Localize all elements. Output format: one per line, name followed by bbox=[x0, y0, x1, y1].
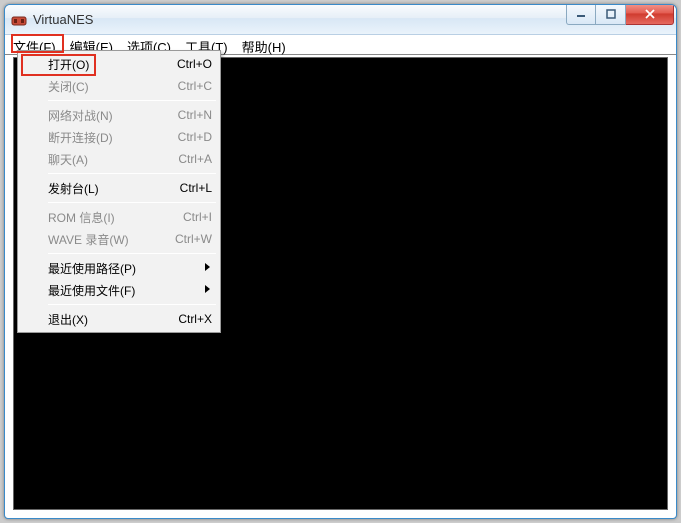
menu-item-label: 聊天(A) bbox=[48, 151, 178, 168]
menu-item: WAVE 录音(W)Ctrl+W bbox=[20, 228, 218, 250]
menu-item-accel: Ctrl+I bbox=[183, 210, 212, 224]
app-icon bbox=[11, 12, 27, 28]
menu-item: 网络对战(N)Ctrl+N bbox=[20, 104, 218, 126]
file-dropdown: 打开(O)Ctrl+O关闭(C)Ctrl+C网络对战(N)Ctrl+N断开连接(… bbox=[17, 50, 221, 333]
menu-item-accel: Ctrl+L bbox=[180, 181, 212, 195]
window-controls bbox=[566, 5, 674, 27]
menu-item-accel: Ctrl+O bbox=[177, 57, 212, 71]
menu-item: 聊天(A)Ctrl+A bbox=[20, 148, 218, 170]
menu-item-accel: Ctrl+D bbox=[178, 130, 212, 144]
menu-item-label: 打开(O) bbox=[48, 56, 177, 73]
menu-item[interactable]: 打开(O)Ctrl+O bbox=[20, 53, 218, 75]
menu-item[interactable]: 最近使用文件(F) bbox=[20, 279, 218, 301]
submenu-arrow-icon bbox=[205, 263, 210, 271]
menu-separator bbox=[48, 304, 216, 305]
menu-item-label: 最近使用文件(F) bbox=[48, 282, 212, 299]
minimize-icon bbox=[576, 9, 586, 19]
maximize-button[interactable] bbox=[596, 5, 626, 25]
submenu-arrow-icon bbox=[205, 285, 210, 293]
menu-separator bbox=[48, 253, 216, 254]
menu-item-accel: Ctrl+X bbox=[178, 312, 212, 326]
app-title: VirtuaNES bbox=[33, 12, 566, 27]
menu-item-label: 最近使用路径(P) bbox=[48, 260, 212, 277]
menu-item-label: WAVE 录音(W) bbox=[48, 231, 175, 248]
close-button[interactable] bbox=[626, 5, 674, 25]
minimize-button[interactable] bbox=[566, 5, 596, 25]
menu-item[interactable]: 最近使用路径(P) bbox=[20, 257, 218, 279]
menu-item-label: 退出(X) bbox=[48, 311, 178, 328]
menu-item-accel: Ctrl+C bbox=[178, 79, 212, 93]
menu-separator bbox=[48, 202, 216, 203]
menu-item-label: 关闭(C) bbox=[48, 78, 178, 95]
close-icon bbox=[644, 8, 656, 20]
menu-item-label: ROM 信息(I) bbox=[48, 209, 183, 226]
menu-item[interactable]: 发射台(L)Ctrl+L bbox=[20, 177, 218, 199]
menu-item: ROM 信息(I)Ctrl+I bbox=[20, 206, 218, 228]
menu-item-accel: Ctrl+N bbox=[178, 108, 212, 122]
menu-item: 断开连接(D)Ctrl+D bbox=[20, 126, 218, 148]
menu-separator bbox=[48, 173, 216, 174]
menu-item: 关闭(C)Ctrl+C bbox=[20, 75, 218, 97]
menu-item[interactable]: 退出(X)Ctrl+X bbox=[20, 308, 218, 330]
menu-item-label: 断开连接(D) bbox=[48, 129, 178, 146]
titlebar: VirtuaNES bbox=[5, 5, 676, 35]
menu-item-label: 发射台(L) bbox=[48, 180, 180, 197]
menu-help[interactable]: 帮助(H) bbox=[235, 35, 293, 54]
maximize-icon bbox=[606, 9, 616, 19]
menu-separator bbox=[48, 100, 216, 101]
menu-item-label: 网络对战(N) bbox=[48, 107, 178, 124]
menu-item-accel: Ctrl+W bbox=[175, 232, 212, 246]
menu-item-accel: Ctrl+A bbox=[178, 152, 212, 166]
